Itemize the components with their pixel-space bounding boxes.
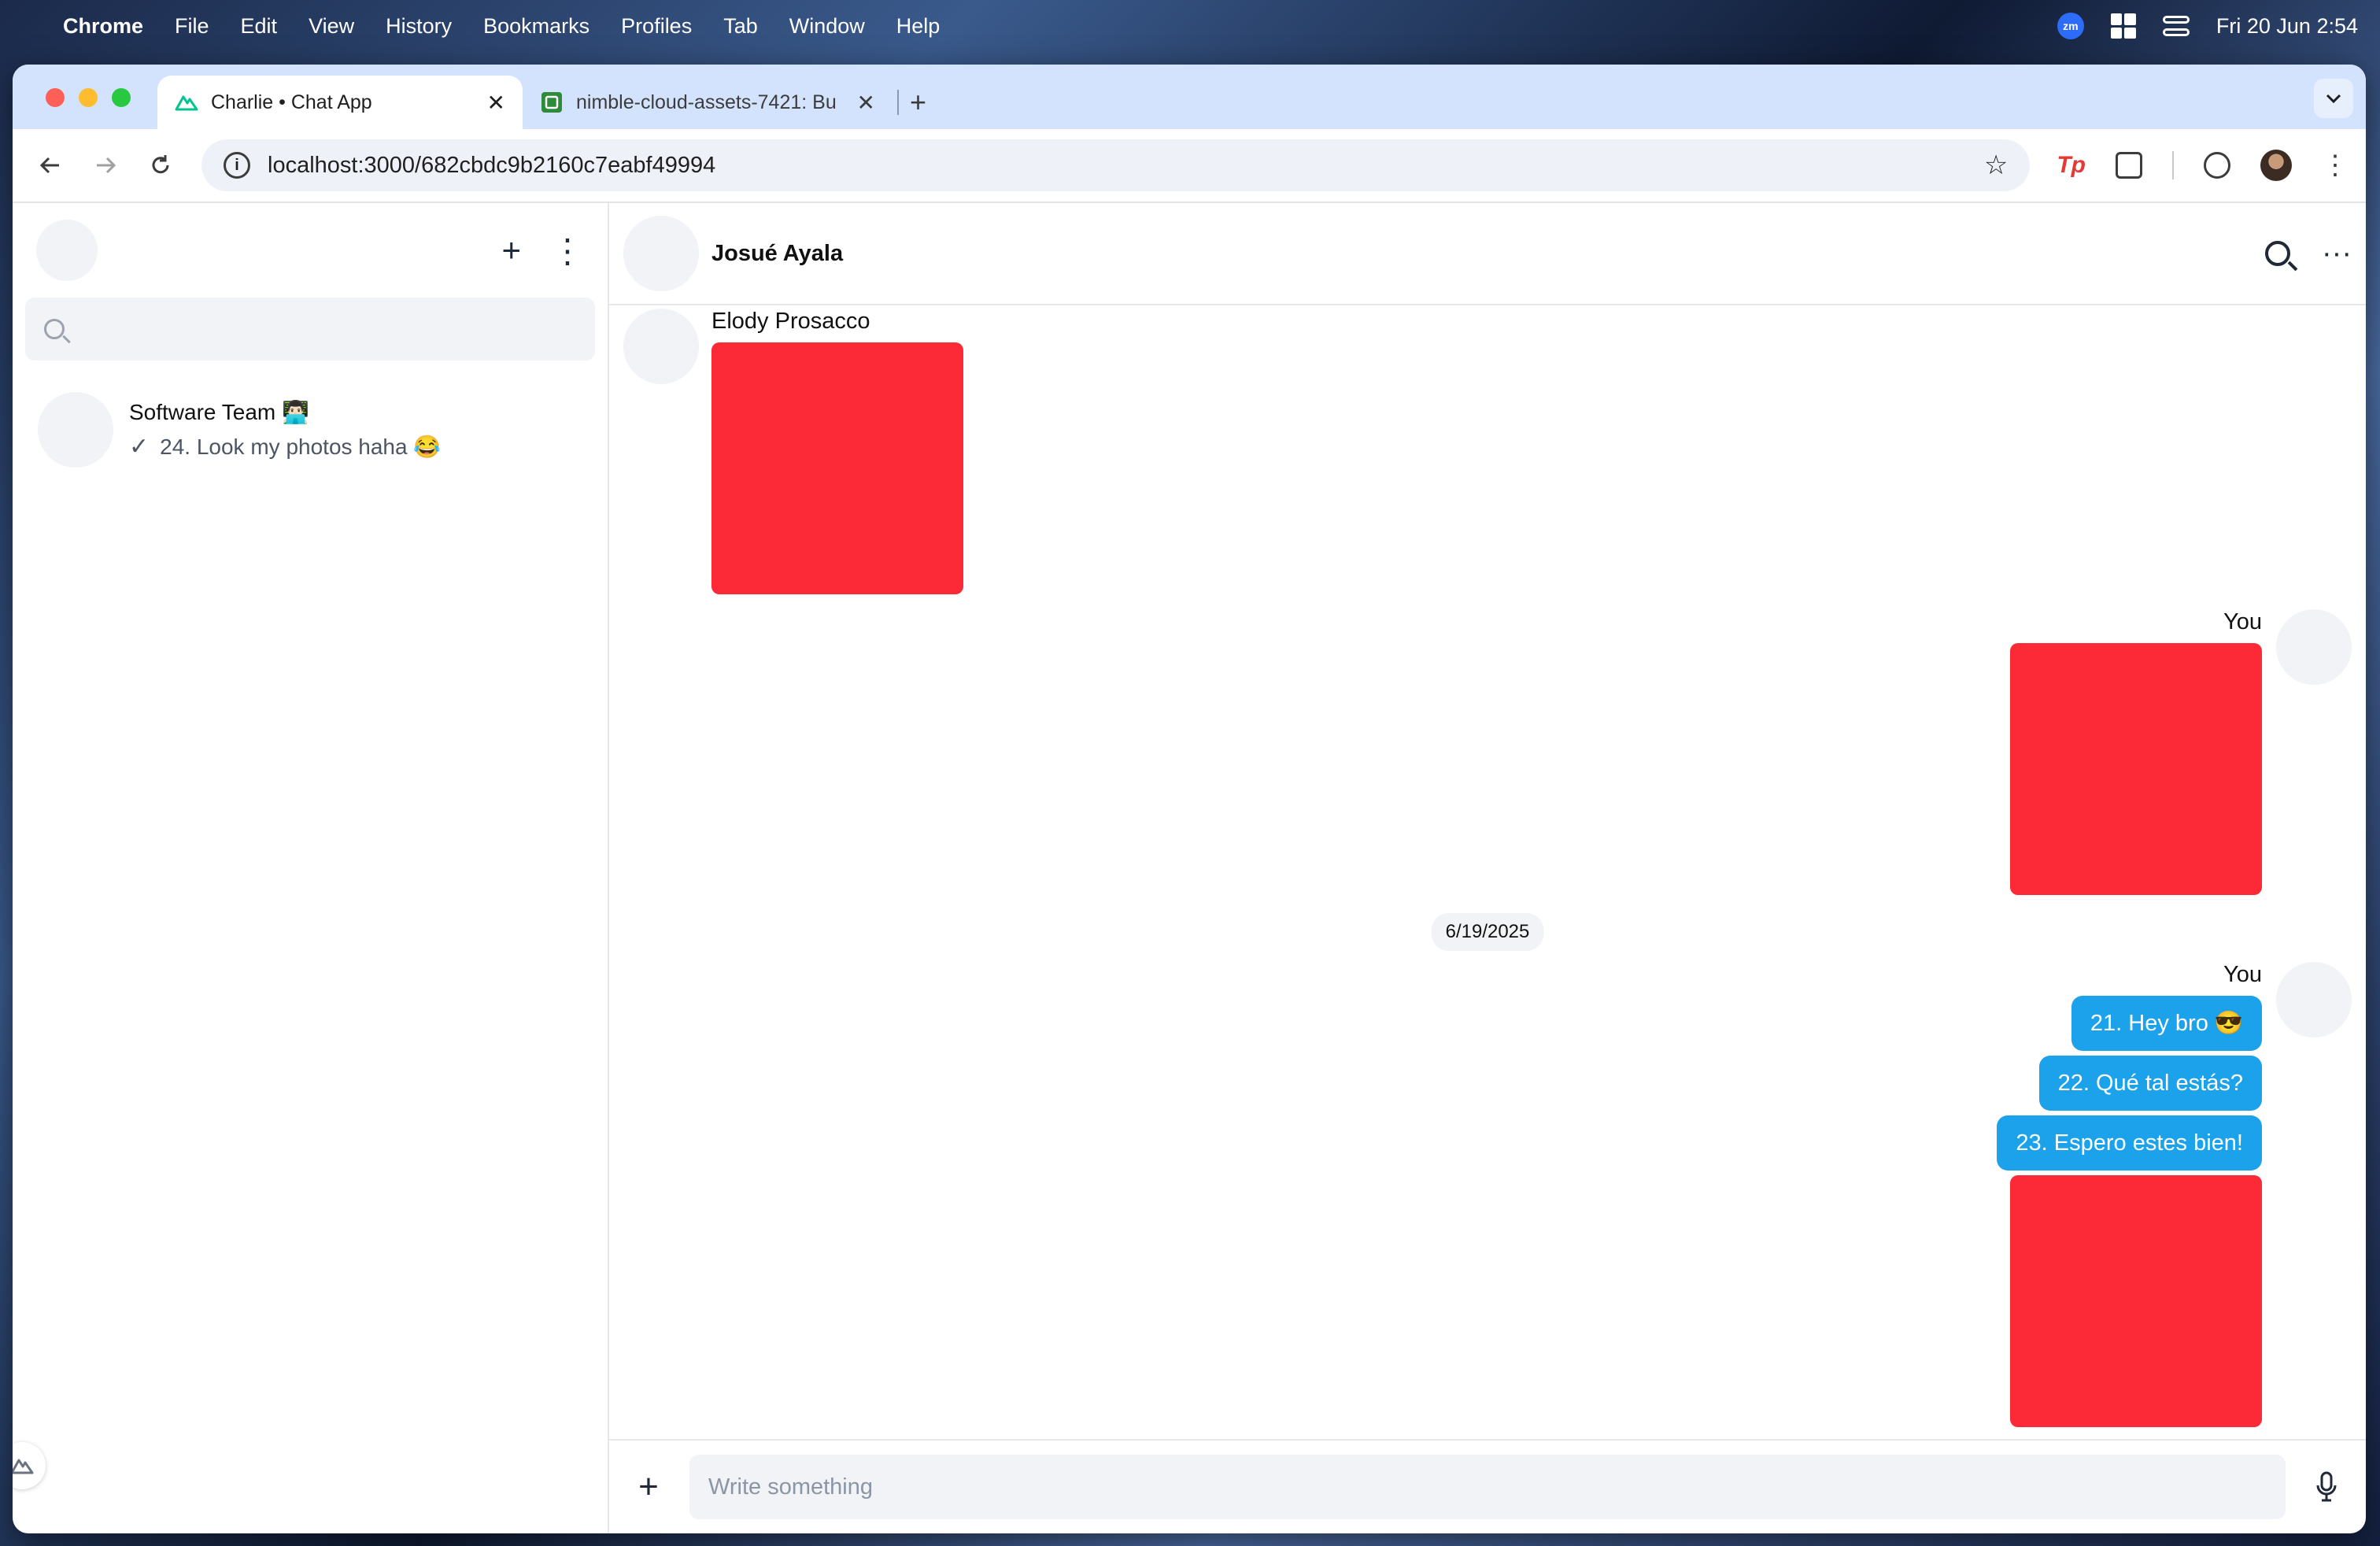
menu-clock[interactable]: Fri 20 Jun 2:54 — [2216, 14, 2358, 39]
sender-name: You — [2223, 609, 2262, 634]
chat-list-item[interactable]: Software Team 👨🏻‍💻 ✓ 24. Look my photos … — [13, 361, 608, 468]
menu-app-name[interactable]: Chrome — [63, 14, 143, 39]
tp-extension-icon[interactable]: Tp — [2057, 152, 2086, 179]
menu-file[interactable]: File — [175, 14, 209, 39]
storage-favicon-icon — [540, 91, 564, 114]
menu-tab[interactable]: Tab — [723, 14, 758, 39]
user-avatar[interactable] — [36, 220, 98, 281]
address-bar[interactable]: i localhost:3000/682cbdc9b2160c7eabf4999… — [201, 139, 2031, 191]
extensions-area: Tp ⋮ — [2057, 150, 2349, 181]
close-tab-icon[interactable]: ✕ — [487, 90, 505, 116]
contact-avatar[interactable] — [623, 216, 699, 291]
control-center-icon[interactable] — [2162, 16, 2190, 36]
nuxt-favicon-icon — [175, 91, 198, 114]
close-window-button[interactable] — [46, 88, 65, 107]
chat-avatar — [38, 392, 113, 468]
toolbar-divider — [2172, 151, 2174, 179]
tab-strip: Charlie • Chat App ✕ nimble-cloud-assets… — [13, 65, 2366, 129]
macos-menu-bar: Chrome File Edit View History Bookmarks … — [0, 0, 2380, 52]
browser-window: Charlie • Chat App ✕ nimble-cloud-assets… — [13, 65, 2366, 1533]
minimize-window-button[interactable] — [79, 88, 98, 107]
tab-search-chevron-icon[interactable] — [2314, 79, 2353, 118]
self-avatar — [2276, 609, 2352, 685]
message-group-incoming: Elody Prosacco — [623, 309, 963, 594]
menu-bookmarks[interactable]: Bookmarks — [483, 14, 589, 39]
self-avatar — [2276, 962, 2352, 1037]
sender-name: You — [2223, 962, 2262, 987]
nuxt-devtools-icon[interactable] — [13, 1442, 46, 1489]
tab-cloud-assets[interactable]: nimble-cloud-assets-7421: Bu ✕ — [523, 76, 893, 129]
tab-title: Charlie • Chat App — [211, 91, 372, 113]
chat-app: + ⋮ Software Team 👨🏻‍💻 ✓ 24. Look my pho… — [13, 203, 2366, 1533]
extensions-puzzle-icon[interactable] — [2116, 152, 2142, 179]
menu-profiles[interactable]: Profiles — [621, 14, 692, 39]
conversation-header: Josué Ayala ··· — [609, 203, 2366, 305]
image-message[interactable] — [711, 342, 963, 594]
more-options-icon[interactable]: ··· — [2322, 237, 2352, 271]
image-message[interactable] — [2010, 643, 2262, 895]
tab-title: nimble-cloud-assets-7421: Bu — [576, 91, 837, 113]
site-info-icon[interactable]: i — [224, 152, 250, 179]
text-message[interactable]: 23. Espero estes bien! — [1997, 1115, 2262, 1171]
sidebar-menu-icon[interactable]: ⋮ — [551, 231, 584, 270]
menu-history[interactable]: History — [386, 14, 452, 39]
chat-sidebar: + ⋮ Software Team 👨🏻‍💻 ✓ 24. Look my pho… — [13, 203, 609, 1533]
menu-view[interactable]: View — [309, 14, 354, 39]
sender-avatar — [623, 309, 699, 384]
search-icon — [44, 319, 65, 339]
menu-help[interactable]: Help — [896, 14, 941, 39]
chat-preview: 24. Look my photos haha 😂 — [160, 435, 442, 459]
tab-separator — [897, 90, 899, 115]
browser-menu-icon[interactable]: ⋮ — [2322, 152, 2349, 179]
performance-icon[interactable] — [2204, 152, 2230, 179]
bookmark-star-icon[interactable]: ☆ — [1984, 150, 2008, 181]
date-separator: 6/19/2025 — [1431, 913, 1544, 951]
menu-window[interactable]: Window — [789, 14, 865, 39]
chat-name: Software Team 👨🏻‍💻 — [129, 400, 309, 424]
forward-arrow-icon[interactable] — [85, 145, 126, 186]
profile-avatar[interactable] — [2260, 150, 2292, 181]
conversation-panel: Josué Ayala ··· Elody Prosacco You 6/19/… — [609, 203, 2366, 1533]
new-chat-button[interactable]: + — [501, 231, 521, 269]
attach-button[interactable]: + — [626, 1467, 671, 1507]
conversation-title[interactable]: Josué Ayala — [711, 241, 843, 267]
browser-toolbar: i localhost:3000/682cbdc9b2160c7eabf4999… — [13, 129, 2366, 203]
message-group-outgoing: You 21. Hey bro 😎 22. Qué tal estás? 23.… — [1997, 962, 2352, 1427]
window-grid-icon[interactable] — [2110, 13, 2136, 39]
window-controls — [46, 88, 131, 107]
zoom-window-button[interactable] — [112, 88, 131, 107]
url-text[interactable]: localhost:3000/682cbdc9b2160c7eabf49994 — [268, 153, 715, 179]
message-input[interactable] — [689, 1455, 2286, 1519]
chat-search-input[interactable] — [79, 316, 576, 342]
sidebar-header: + ⋮ — [13, 203, 608, 298]
tab-chat-app[interactable]: Charlie • Chat App ✕ — [157, 76, 523, 129]
search-messages-icon[interactable] — [2265, 241, 2291, 266]
microphone-icon[interactable] — [2304, 1471, 2349, 1503]
zoom-icon[interactable]: zm — [2057, 13, 2084, 39]
message-list[interactable]: Elody Prosacco You 6/19/2025 You 21. Hey… — [609, 305, 2366, 1439]
sent-check-icon: ✓ — [129, 434, 150, 460]
message-composer: + — [609, 1439, 2366, 1533]
image-message[interactable] — [2010, 1175, 2262, 1427]
back-arrow-icon[interactable] — [30, 145, 71, 186]
text-message[interactable]: 21. Hey bro 😎 — [2071, 996, 2262, 1051]
close-tab-icon[interactable]: ✕ — [857, 90, 875, 116]
message-group-outgoing: You — [2010, 609, 2352, 895]
menu-edit[interactable]: Edit — [241, 14, 278, 39]
text-message[interactable]: 22. Qué tal estás? — [2038, 1056, 2262, 1111]
new-tab-button[interactable]: + — [910, 76, 926, 129]
reload-icon[interactable] — [140, 145, 181, 186]
chat-search — [25, 298, 595, 361]
sender-name: Elody Prosacco — [711, 309, 870, 334]
